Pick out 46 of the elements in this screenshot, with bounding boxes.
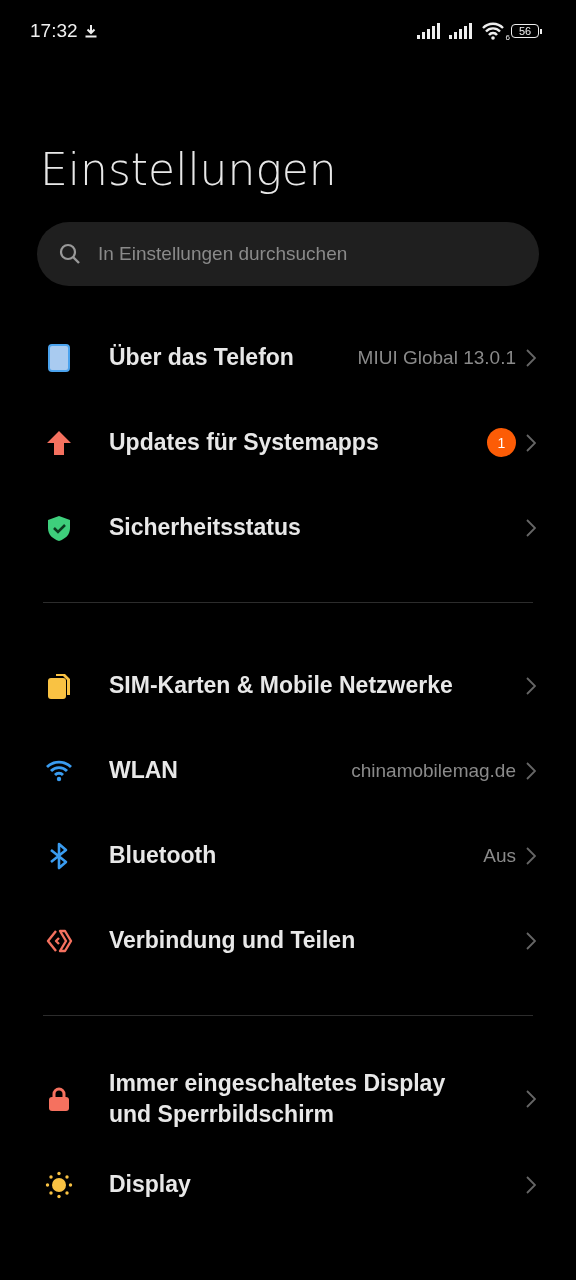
item-label: Display (109, 1170, 191, 1199)
sim-card-icon (45, 671, 73, 700)
phone-icon (45, 343, 73, 372)
item-label: Verbindung und Teilen (109, 926, 356, 955)
download-icon (83, 24, 98, 38)
chevron-right-icon (526, 761, 536, 780)
item-value: Aus (483, 844, 516, 867)
battery-icon: 56 (511, 24, 542, 38)
settings-item[interactable]: Updates für Systemapps 1 (0, 400, 576, 485)
settings-item[interactable]: Sicherheitsstatus (0, 485, 576, 570)
page-title: Einstellungen (40, 143, 338, 197)
chevron-right-icon (526, 1175, 536, 1194)
signal-icon (449, 23, 475, 39)
settings-item[interactable]: Über das Telefon MIUI Global 13.0.1 (0, 315, 576, 400)
settings-item[interactable]: Verbindung und Teilen (0, 898, 576, 983)
settings-item[interactable]: SIM-Karten & Mobile Netzwerke (0, 643, 576, 728)
item-value: chinamobilemag.de (351, 759, 516, 782)
chevron-right-icon (526, 676, 536, 695)
settings-item[interactable]: Immer eingeschaltetes Display und Sperrbildschirm (0, 1056, 576, 1142)
chevron-right-icon (526, 1090, 536, 1108)
chevron-right-icon (526, 846, 536, 865)
sun-icon (45, 1170, 73, 1199)
search-icon (59, 243, 81, 265)
settings-item[interactable]: Bluetooth Aus (0, 813, 576, 898)
settings-item[interactable]: WLAN chinamobilemag.de (0, 728, 576, 813)
chevron-right-icon (526, 433, 536, 452)
arrow-up-icon (45, 428, 73, 457)
shield-check-icon (45, 513, 73, 542)
clock: 17:32 (30, 20, 78, 42)
search-field[interactable]: In Einstellungen durchsuchen (37, 222, 539, 286)
chevron-right-icon (526, 348, 536, 367)
item-label: SIM-Karten & Mobile Netzwerke (109, 671, 453, 700)
item-value: MIUI Global 13.0.1 (357, 346, 516, 369)
item-label: Sicherheitsstatus (109, 513, 301, 542)
item-label: Bluetooth (109, 841, 217, 870)
item-label: WLAN (109, 756, 178, 785)
item-label: Immer eingeschaltetes Display und Sperrbildschirm (109, 1069, 447, 1129)
wifi-icon (481, 22, 505, 40)
wifi-standard: 6 (505, 33, 510, 42)
settings-item[interactable]: Display (0, 1142, 576, 1227)
item-label: Über das Telefon (109, 343, 294, 372)
signal-icon (417, 23, 443, 39)
chevron-right-icon (526, 931, 536, 950)
chevron-right-icon (526, 518, 536, 537)
count-badge: 1 (487, 428, 516, 457)
item-label: Updates für Systemapps (109, 428, 379, 457)
